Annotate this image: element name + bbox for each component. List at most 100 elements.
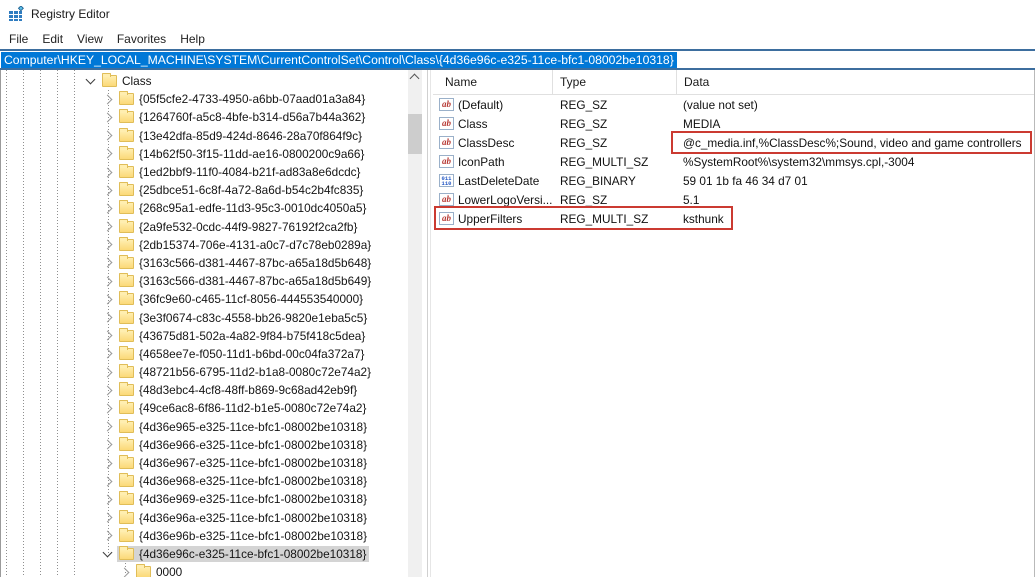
menu-item-file[interactable]: File xyxy=(2,30,35,48)
tree-node[interactable]: {48d3ebc4-4cf8-48ff-b869-9c68ad42eb9f} xyxy=(1,381,408,399)
tree-node-item[interactable]: {05f5cfe2-4733-4950-a6bb-07aad01a3a84} xyxy=(117,91,368,107)
chevron-right-icon[interactable] xyxy=(103,367,113,377)
tree-node[interactable]: {4658ee7e-f050-11d1-b6bd-00c04fa372a7} xyxy=(1,345,408,363)
registry-value-row[interactable]: ClassDescREG_SZ@c_media.inf,%ClassDesc%;… xyxy=(433,133,1034,152)
tree-node-item[interactable]: {4d36e968-e325-11ce-bfc1-08002be10318} xyxy=(117,473,370,489)
tree-node-item[interactable]: {14b62f50-3f15-11dd-ae16-0800200c9a66} xyxy=(117,146,367,162)
menu-item-edit[interactable]: Edit xyxy=(35,30,70,48)
chevron-right-icon[interactable] xyxy=(103,458,113,468)
menu-item-favorites[interactable]: Favorites xyxy=(110,30,173,48)
tree-node-item[interactable]: {3e3f0674-c83c-4558-bb26-9820e1eba5c5} xyxy=(117,310,370,326)
chevron-right-icon[interactable] xyxy=(103,385,113,395)
tree-node[interactable]: {3163c566-d381-4467-87bc-a65a18d5b649} xyxy=(1,272,408,290)
tree-node[interactable]: {3e3f0674-c83c-4558-bb26-9820e1eba5c5} xyxy=(1,308,408,326)
tree-node[interactable]: {2a9fe532-0cdc-44f9-9827-76192f2ca2fb} xyxy=(1,218,408,236)
tree-node[interactable]: {268c95a1-edfe-11d3-95c3-0010dc4050a5} xyxy=(1,199,408,217)
tree-node[interactable]: {43675d81-502a-4a82-9f84-b75f418c5dea} xyxy=(1,327,408,345)
tree-node-item[interactable]: {13e42dfa-85d9-424d-8646-28a70f864f9c} xyxy=(117,128,365,144)
tree-node-item[interactable]: {3163c566-d381-4467-87bc-a65a18d5b648} xyxy=(117,255,374,271)
tree-node-item[interactable]: {43675d81-502a-4a82-9f84-b75f418c5dea} xyxy=(117,328,368,344)
chevron-right-icon[interactable] xyxy=(103,258,113,268)
tree-node[interactable]: {4d36e96a-e325-11ce-bfc1-08002be10318} xyxy=(1,509,408,527)
tree-node[interactable]: {2db15374-706e-4131-a0c7-d7c78eb0289a} xyxy=(1,236,408,254)
tree-node[interactable]: {49ce6ac8-6f86-11d2-b1e5-0080c72e74a2} xyxy=(1,399,408,417)
tree-node[interactable]: {25dbce51-6c8f-4a72-8a6d-b54c2b4fc835} xyxy=(1,181,408,199)
chevron-right-icon[interactable] xyxy=(103,167,113,177)
chevron-right-icon[interactable] xyxy=(103,331,113,341)
tree-node-item[interactable]: {4d36e969-e325-11ce-bfc1-08002be10318} xyxy=(117,491,370,507)
chevron-right-icon[interactable] xyxy=(103,94,113,104)
tree-node-item[interactable]: {48d3ebc4-4cf8-48ff-b869-9c68ad42eb9f} xyxy=(117,382,360,398)
tree-node-item[interactable]: 0000 xyxy=(134,564,185,577)
pane-splitter[interactable] xyxy=(427,70,431,577)
tree-node[interactable]: {48721b56-6795-11d2-b1a8-0080c72e74a2} xyxy=(1,363,408,381)
chevron-right-icon[interactable] xyxy=(103,513,113,523)
chevron-down-icon[interactable] xyxy=(86,75,96,85)
chevron-right-icon[interactable] xyxy=(103,203,113,213)
chevron-right-icon[interactable] xyxy=(103,349,113,359)
column-header-data[interactable]: Data xyxy=(677,70,1034,94)
chevron-right-icon[interactable] xyxy=(103,240,113,250)
tree-node[interactable]: {4d36e967-e325-11ce-bfc1-08002be10318} xyxy=(1,454,408,472)
tree-node[interactable]: {4d36e96c-e325-11ce-bfc1-08002be10318} xyxy=(1,545,408,563)
tree-node[interactable]: {14b62f50-3f15-11dd-ae16-0800200c9a66} xyxy=(1,145,408,163)
chevron-right-icon[interactable] xyxy=(103,222,113,232)
chevron-right-icon[interactable] xyxy=(103,422,113,432)
tree-scrollbar[interactable] xyxy=(408,70,422,577)
tree-node-item[interactable]: {4d36e967-e325-11ce-bfc1-08002be10318} xyxy=(117,455,370,471)
tree-node-item[interactable]: {49ce6ac8-6f86-11d2-b1e5-0080c72e74a2} xyxy=(117,400,369,416)
menu-item-help[interactable]: Help xyxy=(173,30,212,48)
chevron-right-icon[interactable] xyxy=(103,185,113,195)
registry-value-row[interactable]: UpperFiltersREG_MULTI_SZksthunk xyxy=(433,209,1034,228)
menu-item-view[interactable]: View xyxy=(70,30,110,48)
tree-node[interactable]: {4d36e96b-e325-11ce-bfc1-08002be10318} xyxy=(1,527,408,545)
tree-node-item[interactable]: {3163c566-d381-4467-87bc-a65a18d5b649} xyxy=(117,273,374,289)
tree-node-item[interactable]: {4d36e96c-e325-11ce-bfc1-08002be10318} xyxy=(117,546,369,562)
chevron-right-icon[interactable] xyxy=(103,149,113,159)
tree-node[interactable]: 0000 xyxy=(1,563,408,577)
tree-node[interactable]: {4d36e965-e325-11ce-bfc1-08002be10318} xyxy=(1,418,408,436)
chevron-right-icon[interactable] xyxy=(103,440,113,450)
tree-node[interactable]: {4d36e966-e325-11ce-bfc1-08002be10318} xyxy=(1,436,408,454)
tree-node-item[interactable]: {1ed2bbf9-11f0-4084-b21f-ad83a8e6dcdc} xyxy=(117,164,364,180)
tree-node-item[interactable]: {1264760f-a5c8-4bfe-b314-d56a7b44a362} xyxy=(117,109,368,125)
tree-node-item[interactable]: {48721b56-6795-11d2-b1a8-0080c72e74a2} xyxy=(117,364,374,380)
registry-value-row[interactable]: (Default)REG_SZ(value not set) xyxy=(433,95,1034,114)
tree-node[interactable]: {4d36e968-e325-11ce-bfc1-08002be10318} xyxy=(1,472,408,490)
tree-node-item[interactable]: Class xyxy=(100,73,155,89)
registry-value-row[interactable]: LastDeleteDateREG_BINARY59 01 1b fa 46 3… xyxy=(433,171,1034,190)
tree-node-item[interactable]: {4d36e96b-e325-11ce-bfc1-08002be10318} xyxy=(117,528,370,544)
registry-value-row[interactable]: LowerLogoVersi...REG_SZ5.1 xyxy=(433,190,1034,209)
tree-node[interactable]: {1264760f-a5c8-4bfe-b314-d56a7b44a362} xyxy=(1,108,408,126)
chevron-right-icon[interactable] xyxy=(103,294,113,304)
tree-node-item[interactable]: {4658ee7e-f050-11d1-b6bd-00c04fa372a7} xyxy=(117,346,367,362)
tree-node-item[interactable]: {268c95a1-edfe-11d3-95c3-0010dc4050a5} xyxy=(117,200,369,216)
tree-node-item[interactable]: {25dbce51-6c8f-4a72-8a6d-b54c2b4fc835} xyxy=(117,182,366,198)
tree-node[interactable]: {05f5cfe2-4733-4950-a6bb-07aad01a3a84} xyxy=(1,90,408,108)
tree-node[interactable]: {4d36e969-e325-11ce-bfc1-08002be10318} xyxy=(1,490,408,508)
tree-node[interactable]: {3163c566-d381-4467-87bc-a65a18d5b648} xyxy=(1,254,408,272)
tree-node-item[interactable]: {4d36e96a-e325-11ce-bfc1-08002be10318} xyxy=(117,510,370,526)
chevron-down-icon[interactable] xyxy=(103,548,113,558)
chevron-right-icon[interactable] xyxy=(103,313,113,323)
registry-value-row[interactable]: IconPathREG_MULTI_SZ%SystemRoot%\system3… xyxy=(433,152,1034,171)
address-bar[interactable]: Computer\HKEY_LOCAL_MACHINE\SYSTEM\Curre… xyxy=(0,49,1035,70)
chevron-right-icon[interactable] xyxy=(120,567,130,577)
tree-node[interactable]: {36fc9e60-c465-11cf-8056-444553540000} xyxy=(1,290,408,308)
chevron-right-icon[interactable] xyxy=(103,276,113,286)
chevron-right-icon[interactable] xyxy=(103,131,113,141)
tree-node[interactable]: {1ed2bbf9-11f0-4084-b21f-ad83a8e6dcdc} xyxy=(1,163,408,181)
chevron-right-icon[interactable] xyxy=(103,494,113,504)
chevron-right-icon[interactable] xyxy=(103,113,113,123)
column-header-type[interactable]: Type xyxy=(553,70,677,94)
tree-node-item[interactable]: {36fc9e60-c465-11cf-8056-444553540000} xyxy=(117,291,366,307)
tree-node-item[interactable]: {2db15374-706e-4131-a0c7-d7c78eb0289a} xyxy=(117,237,374,253)
tree-node-item[interactable]: {2a9fe532-0cdc-44f9-9827-76192f2ca2fb} xyxy=(117,219,360,235)
registry-value-row[interactable]: ClassREG_SZMEDIA xyxy=(433,114,1034,133)
chevron-right-icon[interactable] xyxy=(103,531,113,541)
tree-node-item[interactable]: {4d36e966-e325-11ce-bfc1-08002be10318} xyxy=(117,437,370,453)
tree-node[interactable]: {13e42dfa-85d9-424d-8646-28a70f864f9c} xyxy=(1,127,408,145)
scroll-up-icon[interactable] xyxy=(410,74,420,84)
chevron-right-icon[interactable] xyxy=(103,404,113,414)
scrollbar-thumb[interactable] xyxy=(408,114,422,154)
